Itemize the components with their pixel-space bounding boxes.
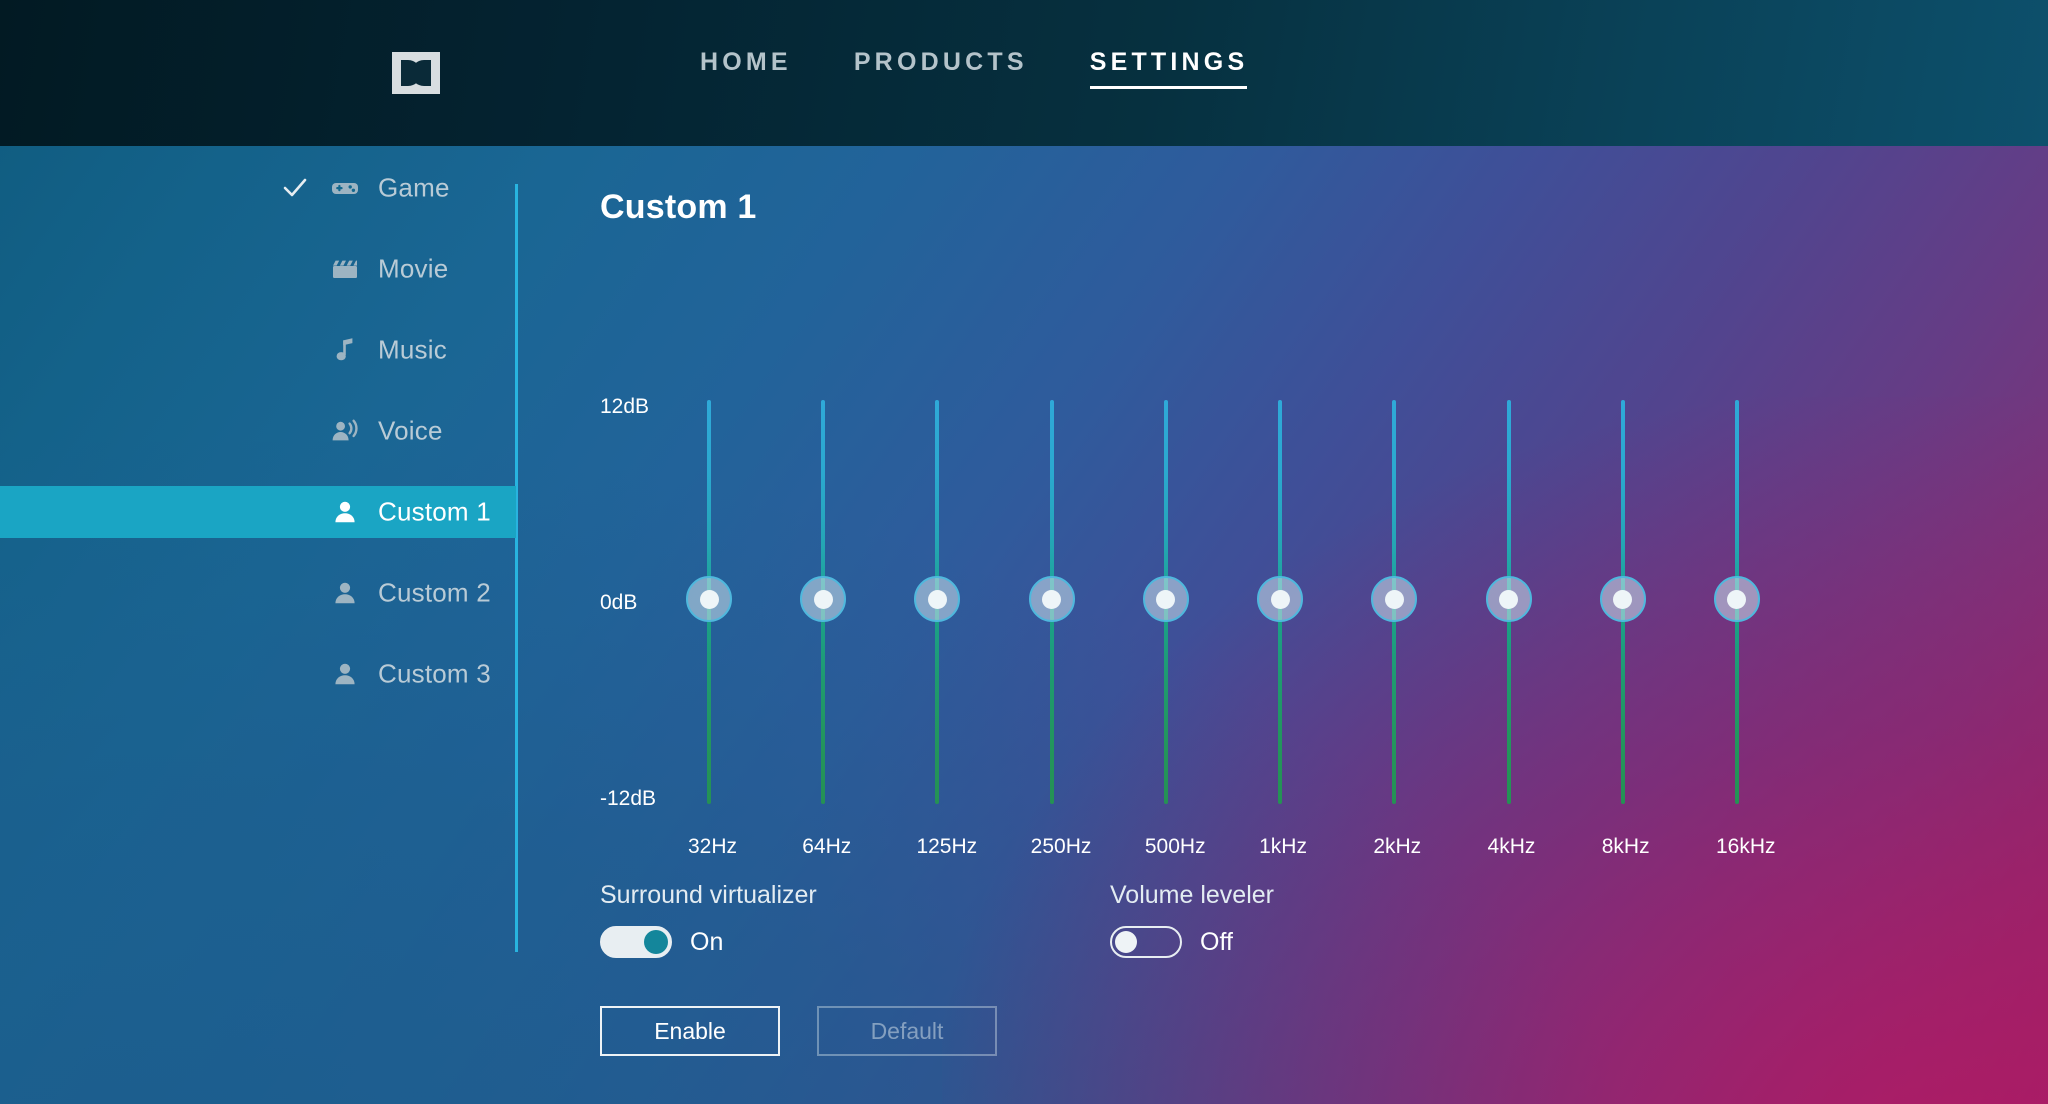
action-buttons: Enable Default xyxy=(600,1006,997,1056)
eq-slider-32hz[interactable] xyxy=(686,392,732,812)
slider-thumb-dot xyxy=(1156,589,1176,609)
enable-button[interactable]: Enable xyxy=(600,1006,780,1056)
slider-thumb-dot xyxy=(1270,589,1290,609)
preset-sidebar: Game Movie Music Voice Custom 1 Custom 2… xyxy=(0,146,520,1104)
sidebar-item-label: Game xyxy=(378,172,450,203)
person-icon xyxy=(330,497,360,527)
axis-label-zero-db: 0dB xyxy=(600,591,638,614)
dolby-double-d-logo xyxy=(392,52,440,94)
eq-slider-125hz[interactable] xyxy=(914,392,961,812)
app-header: HOME PRODUCTS SETTINGS xyxy=(0,0,2048,146)
volume-leveler-toggle[interactable] xyxy=(1110,926,1182,958)
slider-thumb[interactable] xyxy=(1028,576,1075,622)
equalizer-settings-page: HOME PRODUCTS SETTINGS Game Movie Music … xyxy=(0,0,2048,1104)
gamepad-icon xyxy=(330,173,360,203)
frequency-axis-labels: 32Hz 64Hz 125Hz 250Hz 500Hz 1kHz 2kHz 4k… xyxy=(688,835,1776,859)
eq-slider-group xyxy=(686,392,1760,812)
sidebar-item-movie[interactable]: Movie xyxy=(0,243,516,295)
header-inner: HOME PRODUCTS SETTINGS xyxy=(0,0,2048,146)
slider-thumb-dot xyxy=(1727,589,1747,609)
person-icon xyxy=(330,659,360,689)
main-nav: HOME PRODUCTS SETTINGS xyxy=(700,48,1248,89)
slider-thumb[interactable] xyxy=(686,576,732,622)
volume-leveler-state: Off xyxy=(1200,927,1233,956)
sidebar-item-label: Music xyxy=(378,334,447,365)
sidebar-item-custom-3[interactable]: Custom 3 xyxy=(0,648,516,700)
slider-thumb-dot xyxy=(813,589,833,609)
slider-thumb[interactable] xyxy=(1371,576,1418,622)
eq-slider-4khz[interactable] xyxy=(1485,392,1532,812)
slider-thumb[interactable] xyxy=(1142,576,1189,622)
page-title: Custom 1 xyxy=(600,188,757,226)
slider-thumb[interactable] xyxy=(1713,576,1760,622)
slider-thumb[interactable] xyxy=(1599,576,1646,622)
freq-label: 8kHz xyxy=(1601,835,1650,858)
freq-label: 32Hz xyxy=(688,835,738,858)
eq-slider-250hz[interactable] xyxy=(1028,392,1075,812)
eq-slider-64hz[interactable] xyxy=(800,392,847,812)
eq-slider-500hz[interactable] xyxy=(1142,392,1189,812)
sidebar-item-label: Custom 1 xyxy=(378,496,491,527)
freq-label: 2kHz xyxy=(1373,835,1422,858)
default-button: Default xyxy=(817,1006,997,1056)
sidebar-item-game[interactable]: Game xyxy=(0,162,516,214)
preset-list: Game Movie Music Voice Custom 1 Custom 2… xyxy=(0,162,516,729)
surround-virtualizer-toggle[interactable] xyxy=(600,926,672,958)
volume-leveler-label: Volume leveler xyxy=(1110,881,1274,909)
toggle-section: Surround virtualizer On Volume leveler O… xyxy=(520,881,1820,991)
freq-label: 125Hz xyxy=(916,835,978,858)
sidebar-item-custom-2[interactable]: Custom 2 xyxy=(0,567,516,619)
volume-leveler-row: Off xyxy=(1110,926,1274,958)
surround-virtualizer-row: On xyxy=(600,926,817,958)
toggle-knob xyxy=(1115,931,1137,953)
freq-label: 250Hz xyxy=(1030,835,1092,858)
freq-label: 500Hz xyxy=(1144,835,1206,858)
nav-item-settings[interactable]: SETTINGS xyxy=(1089,48,1249,89)
eq-slider-16khz[interactable] xyxy=(1713,392,1760,812)
check-icon xyxy=(282,175,308,201)
axis-label-min-db: -12dB xyxy=(600,787,657,810)
freq-label: 4kHz xyxy=(1487,835,1536,858)
eq-slider-2khz[interactable] xyxy=(1371,392,1418,812)
sidebar-item-label: Custom 3 xyxy=(378,658,491,689)
freq-label: 64Hz xyxy=(802,835,852,858)
eq-slider-1khz[interactable] xyxy=(1257,392,1304,812)
slider-thumb-dot xyxy=(1042,589,1062,609)
surround-virtualizer-label: Surround virtualizer xyxy=(600,881,817,909)
clapperboard-icon xyxy=(330,254,360,284)
slider-thumb[interactable] xyxy=(800,576,847,622)
sidebar-item-label: Movie xyxy=(378,253,449,284)
toggle-knob xyxy=(644,930,668,954)
freq-label: 16kHz xyxy=(1715,835,1776,858)
voice-person-icon xyxy=(330,416,360,446)
slider-thumb[interactable] xyxy=(914,576,961,622)
slider-thumb-dot xyxy=(699,589,719,609)
surround-virtualizer-state: On xyxy=(690,927,724,956)
volume-leveler-group: Volume leveler Off xyxy=(1110,881,1274,958)
slider-thumb-dot xyxy=(1499,589,1519,609)
surround-virtualizer-group: Surround virtualizer On xyxy=(600,881,817,958)
sidebar-item-music[interactable]: Music xyxy=(0,324,516,376)
slider-thumb-dot xyxy=(1384,589,1404,609)
main-content: Custom 1 12dB 0dB -12dB 32Hz 64Hz 125Hz … xyxy=(520,146,2048,1104)
sidebar-item-label: Voice xyxy=(378,415,443,446)
nav-item-products[interactable]: PRODUCTS xyxy=(854,48,1028,89)
equalizer-chart: 12dB 0dB -12dB 32Hz 64Hz 125Hz 250Hz 500… xyxy=(520,250,1820,858)
sidebar-item-label: Custom 2 xyxy=(378,577,491,608)
nav-item-home[interactable]: HOME xyxy=(700,48,792,89)
sidebar-item-custom-1[interactable]: Custom 1 xyxy=(0,486,516,538)
eq-slider-8khz[interactable] xyxy=(1599,392,1646,812)
slider-thumb[interactable] xyxy=(1257,576,1304,622)
slider-thumb-dot xyxy=(927,589,947,609)
slider-thumb[interactable] xyxy=(1485,576,1532,622)
freq-label: 1kHz xyxy=(1259,835,1307,858)
axis-label-max-db: 12dB xyxy=(600,395,650,418)
slider-thumb-dot xyxy=(1613,589,1633,609)
person-icon xyxy=(330,578,360,608)
sidebar-item-voice[interactable]: Voice xyxy=(0,405,516,457)
music-note-icon xyxy=(330,335,360,365)
